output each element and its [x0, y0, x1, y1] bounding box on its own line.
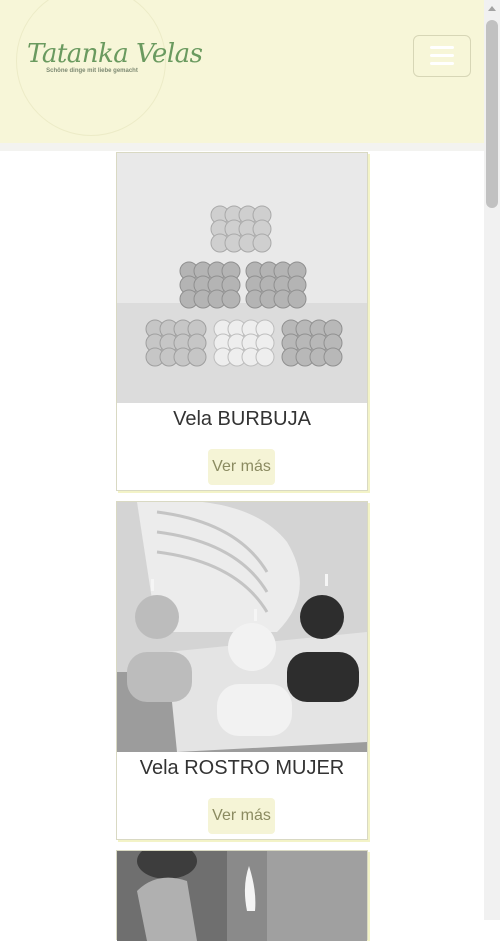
woman-face-candles-photo[interactable]	[117, 502, 367, 752]
lit-candle-photo[interactable]	[117, 851, 367, 941]
product-card-3	[116, 850, 368, 941]
product-card-burbuja: Vela BURBUJA Ver más	[116, 152, 368, 491]
brand-logo[interactable]: Tatanka Velas Schöne dinge mit liebe gem…	[16, 0, 203, 136]
product-card-rostro-mujer: Vela ROSTRO MUJER Ver más	[116, 501, 368, 840]
product-title[interactable]: Vela BURBUJA	[117, 408, 367, 431]
ver-mas-button[interactable]: Ver más	[208, 798, 275, 834]
scrollbar-thumb[interactable]	[486, 20, 498, 208]
product-title[interactable]: Vela ROSTRO MUJER	[117, 757, 367, 780]
site-header: Tatanka Velas Schöne dinge mit liebe gem…	[0, 0, 484, 143]
brand-name: Tatanka Velas	[27, 39, 203, 69]
scroll-up-arrow-icon[interactable]	[488, 6, 496, 11]
bubble-candles-photo[interactable]	[117, 153, 367, 403]
menu-toggle-button[interactable]	[413, 35, 471, 77]
ver-mas-button[interactable]: Ver más	[208, 449, 275, 485]
header-divider	[0, 143, 484, 151]
brand-tagline: Schöne dinge mit liebe gemacht	[46, 68, 138, 74]
